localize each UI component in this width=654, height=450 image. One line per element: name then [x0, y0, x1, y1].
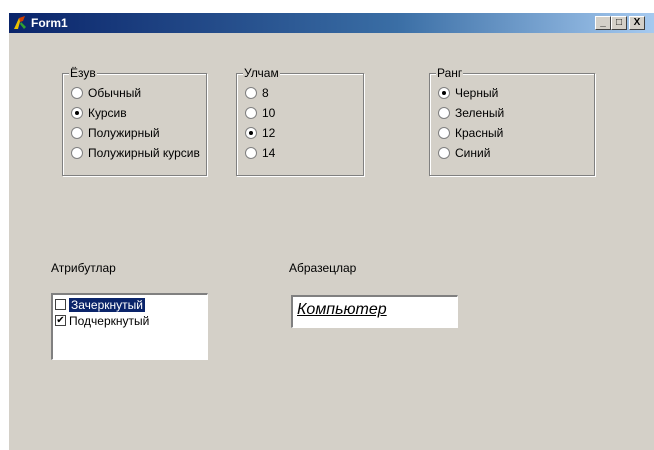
sample-text: Компьютер: [297, 301, 387, 318]
radio-color-black[interactable]: Черный: [438, 85, 498, 101]
radio-size-10[interactable]: 10: [245, 105, 275, 121]
radio-icon: [245, 87, 257, 99]
radio-label: 12: [262, 126, 276, 140]
attributes-label: Атрибутлар: [51, 261, 116, 275]
radio-icon: [245, 107, 257, 119]
attribute-label: Подчеркнутый: [69, 313, 150, 328]
checkbox-icon: [55, 299, 66, 310]
radio-icon: [438, 107, 450, 119]
radio-label: Полужирный: [88, 126, 160, 140]
radio-icon: [438, 87, 450, 99]
radio-label: Красный: [455, 126, 504, 140]
radio-icon: [71, 107, 83, 119]
radio-label: Обычный: [88, 86, 142, 100]
radio-icon: [71, 147, 83, 159]
attributes-checklist[interactable]: Зачеркнутый ✔ Подчеркнутый: [51, 293, 208, 360]
window-title: Form1: [31, 16, 68, 30]
radio-label: Курсив: [88, 106, 127, 120]
radio-label: Зеленый: [455, 106, 505, 120]
close-button[interactable]: X: [629, 16, 645, 30]
radio-size-14[interactable]: 14: [245, 145, 275, 161]
font-style-group: Ёзув Обычный Курсив Полужирный Полужирны…: [62, 66, 207, 176]
radio-icon: [438, 127, 450, 139]
sample-label: Абразецлар: [289, 261, 357, 275]
radio-size-12[interactable]: 12: [245, 125, 275, 141]
radio-icon: [71, 87, 83, 99]
attribute-underline[interactable]: ✔ Подчеркнутый: [55, 313, 149, 328]
delphi-app-icon: [14, 16, 26, 29]
radio-font-bold-italic[interactable]: Полужирный курсив: [71, 145, 202, 161]
radio-icon: [245, 147, 257, 159]
radio-label: 8: [262, 86, 269, 100]
radio-size-8[interactable]: 8: [245, 85, 269, 101]
radio-color-blue[interactable]: Синий: [438, 145, 490, 161]
attribute-strikeout[interactable]: Зачеркнутый: [55, 297, 145, 312]
radio-label: Полужирный курсив: [88, 146, 200, 160]
sample-box: Компьютер: [291, 295, 458, 328]
size-group-title: Улчам: [243, 66, 280, 80]
maximize-button[interactable]: □: [611, 16, 627, 30]
title-bar[interactable]: Form1 _ □ X: [9, 13, 654, 33]
minimize-button[interactable]: _: [595, 16, 611, 30]
radio-color-red[interactable]: Красный: [438, 125, 503, 141]
color-group-title: Ранг: [436, 66, 464, 80]
radio-font-regular[interactable]: Обычный: [71, 85, 141, 101]
radio-label: Синий: [455, 146, 491, 160]
attribute-label: Зачеркнутый: [69, 297, 145, 312]
radio-label: 10: [262, 106, 276, 120]
radio-font-bold[interactable]: Полужирный: [71, 125, 160, 141]
color-group: Ранг Черный Зеленый Красный Синий: [429, 66, 595, 176]
radio-color-green[interactable]: Зеленый: [438, 105, 504, 121]
radio-icon: [71, 127, 83, 139]
font-style-group-title: Ёзув: [69, 66, 97, 80]
radio-label: Черный: [455, 86, 499, 100]
size-group: Улчам 8 10 12 14: [236, 66, 364, 176]
radio-font-italic[interactable]: Курсив: [71, 105, 127, 121]
radio-icon: [438, 147, 450, 159]
radio-icon: [245, 127, 257, 139]
checkbox-icon: ✔: [55, 315, 66, 326]
form1-window: Form1 _ □ X Ёзув Обычный Курсив Полужирн…: [8, 12, 654, 450]
radio-label: 14: [262, 146, 276, 160]
